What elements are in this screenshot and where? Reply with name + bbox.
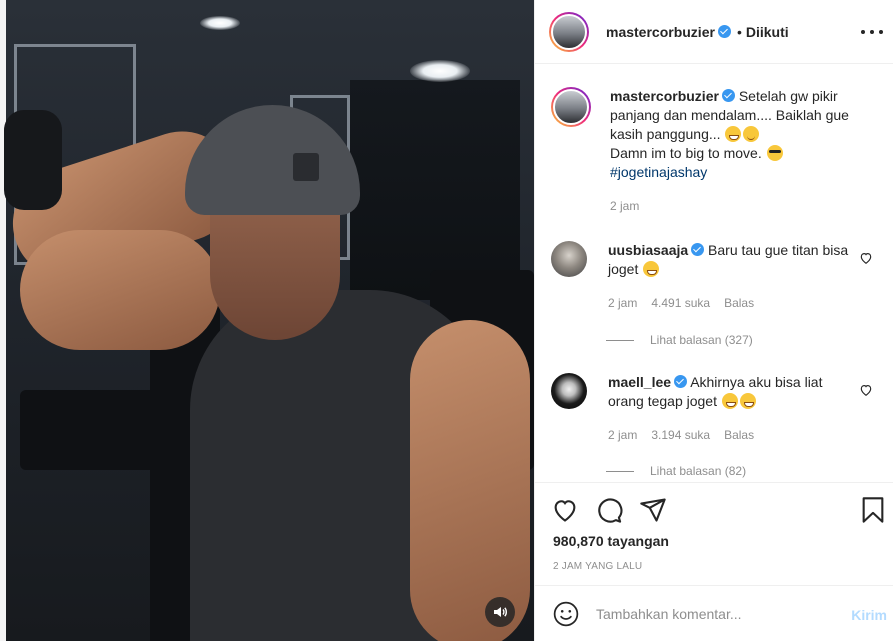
post-actions: 980,870 tayangan 2 JAM YANG LALU — [535, 482, 893, 572]
more-icon — [861, 30, 865, 34]
post-comment-button[interactable]: Kirim — [851, 607, 887, 623]
commenter-avatar[interactable] — [551, 373, 587, 409]
view-count[interactable]: 980,870 tayangan — [553, 533, 669, 549]
caption: mastercorbuzier Setelah gw pikir panjang… — [551, 87, 879, 216]
separator: • — [736, 23, 742, 40]
comment-item: maell_lee Akhirnya aku bisa liat orang t… — [551, 373, 879, 445]
post-header: mastercorbuzier • Diikuti — [535, 0, 893, 64]
verified-badge-icon — [717, 25, 731, 38]
ceiling-lamp — [410, 60, 470, 82]
reply-button[interactable]: Balas — [724, 294, 754, 313]
post-timestamp[interactable]: 2 JAM YANG LALU — [553, 561, 642, 572]
comment-item: uusbiasaaja Baru tau gue titan bisa joge… — [551, 241, 879, 313]
save-button[interactable] — [859, 496, 887, 524]
share-icon — [640, 498, 666, 522]
comment-icon — [598, 498, 623, 523]
verified-badge-icon — [691, 243, 705, 256]
verified-badge-icon — [721, 89, 735, 102]
comment-username[interactable]: maell_lee — [608, 374, 671, 390]
caption-time[interactable]: 2 jam — [610, 197, 639, 216]
comment-input[interactable] — [596, 605, 826, 622]
view-replies-button[interactable]: Lihat balasan (82) — [606, 464, 746, 478]
grin-emoji-icon — [725, 126, 742, 142]
hashtag-link[interactable]: #jogetinajashay — [610, 164, 707, 180]
person-glove — [4, 110, 62, 210]
heart-icon — [554, 500, 576, 522]
comment-meta: 2 jam 4.491 suka Balas — [608, 294, 879, 313]
comment-button[interactable] — [595, 496, 623, 524]
gym-equipment — [20, 390, 170, 470]
person-arm — [410, 320, 530, 641]
reply-button[interactable]: Balas — [724, 426, 754, 445]
comment-time[interactable]: 2 jam — [608, 294, 637, 313]
avatar[interactable] — [549, 11, 589, 52]
laugh-emoji-icon — [643, 261, 660, 277]
mute-button[interactable] — [485, 597, 515, 627]
cap-patch — [293, 153, 319, 181]
caption-avatar[interactable] — [551, 87, 591, 127]
speaker-icon — [494, 607, 507, 617]
comment-likes[interactable]: 3.194 suka — [651, 426, 710, 445]
more-options-button[interactable] — [861, 22, 883, 42]
smile-emoji-icon — [743, 126, 760, 142]
comment-time[interactable]: 2 jam — [608, 426, 637, 445]
comments-list[interactable]: mastercorbuzier Setelah gw pikir panjang… — [535, 65, 893, 482]
laugh-emoji-icon — [739, 393, 756, 409]
caption-text: mastercorbuzier Setelah gw pikir panjang… — [610, 87, 879, 182]
comment-username[interactable]: uusbiasaaja — [608, 242, 688, 258]
laugh-emoji-icon — [721, 393, 738, 409]
view-replies-button[interactable]: Lihat balasan (327) — [606, 333, 753, 347]
gym-window — [350, 80, 520, 300]
view-replies-label: Lihat balasan (327) — [650, 333, 753, 347]
comment-likes[interactable]: 4.491 suka — [651, 294, 710, 313]
comment-like-heart-icon[interactable] — [859, 251, 873, 265]
add-comment-bar: Kirim — [535, 585, 893, 641]
comment-like-heart-icon[interactable] — [859, 383, 873, 397]
comment-meta: 2 jam 3.194 suka Balas — [608, 426, 879, 445]
header-user: mastercorbuzier • Diikuti — [606, 24, 789, 40]
post-sidebar: mastercorbuzier • Diikuti mastercorbuzie… — [534, 0, 893, 641]
divider-line — [606, 339, 634, 341]
verified-badge-icon — [674, 375, 688, 388]
follow-button[interactable]: Diikuti — [746, 24, 789, 40]
like-button[interactable] — [551, 496, 579, 524]
ceiling-lamp — [200, 16, 240, 30]
action-icons — [535, 483, 893, 537]
caption-meta: 2 jam — [610, 197, 879, 216]
caption-line2: Damn im to big to move. — [610, 145, 762, 161]
divider-line — [606, 470, 634, 472]
caption-username[interactable]: mastercorbuzier — [610, 88, 719, 104]
view-replies-label: Lihat balasan (82) — [650, 464, 747, 478]
emoji-icon[interactable] — [553, 601, 579, 627]
sunglasses-emoji-icon — [766, 145, 783, 161]
bookmark-icon — [862, 497, 884, 523]
share-button[interactable] — [639, 496, 667, 524]
commenter-avatar[interactable] — [551, 241, 587, 277]
post-video[interactable] — [0, 0, 534, 641]
header-username[interactable]: mastercorbuzier — [606, 24, 715, 40]
person-arm — [20, 230, 220, 350]
